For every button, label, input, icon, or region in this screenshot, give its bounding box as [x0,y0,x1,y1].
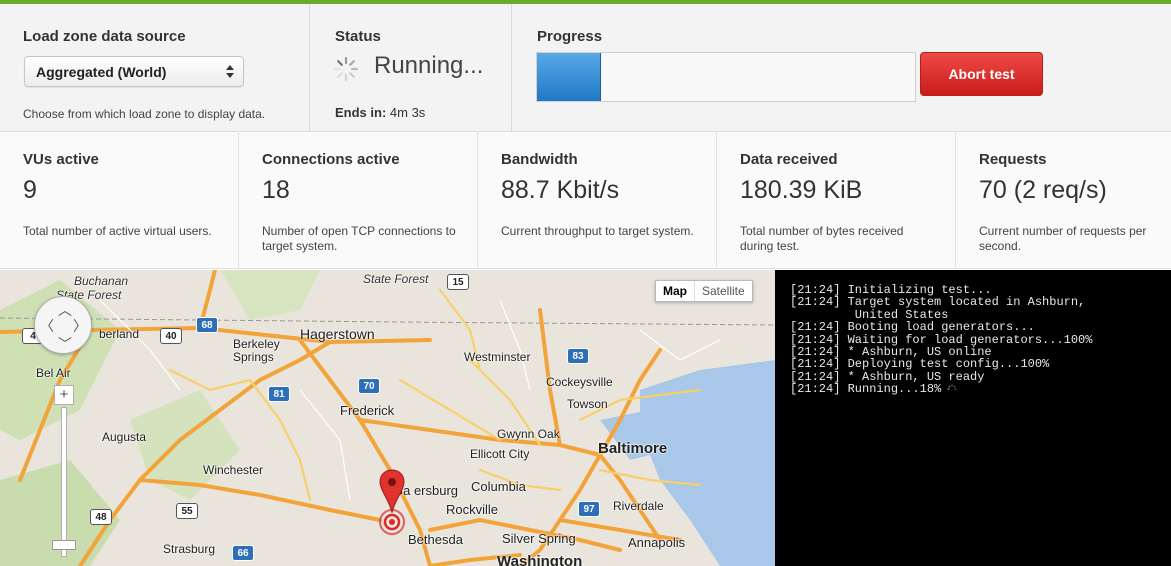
load-zone-title: Load zone data source [23,28,186,45]
stat-label: Bandwidth [501,151,578,168]
map-label-state-forest-2: State Forest [363,272,429,286]
stat-description: Current throughput to target system. [501,224,694,238]
map-label-washington: Washington [497,553,583,566]
stat-vus-active: VUs active 9 Total number of active virt… [0,133,238,269]
progress-bar-fill [537,53,602,101]
stat-description: Total number of active virtual users. [23,224,212,238]
load-zone-select[interactable]: Aggregated (World) [24,56,244,87]
stat-description: Total number of bytes received during te… [740,224,904,253]
map-label-columbia: Columbia [471,479,526,494]
route-shield-83: 83 [567,348,589,364]
controls-bar: Load zone data source Aggregated (World)… [0,4,1171,132]
stat-description: Number of open TCP connections to target… [262,224,456,253]
map-label-cockeysville: Cockeysville [546,375,613,389]
map-label-augusta: Augusta [102,430,147,444]
stat-description: Current number of requests per second. [979,224,1147,253]
location-pin-icon[interactable] [378,468,410,538]
stat-value: 180.39 KiB [740,176,863,204]
stat-data-received: Data received 180.39 KiB Total number of… [716,133,955,269]
console-spinner-icon [947,384,957,390]
pan-down-icon[interactable]: ﹀ [58,334,72,354]
ends-in-value: 4m 3s [386,105,426,120]
map-view[interactable]: Buchanan State Forest State Forest berla… [0,270,775,566]
route-shield-68: 68 [196,317,218,333]
map-label-berkeley: Berkeley [233,337,280,351]
zoom-slider-thumb[interactable] [52,540,76,550]
map-label-springs: Springs [233,350,274,364]
stat-requests: Requests 70 (2 req/s) Current number of … [955,133,1171,269]
zoom-in-button[interactable]: + [54,385,74,405]
stats-row: VUs active 9 Total number of active virt… [0,133,1171,269]
stat-label: Requests [979,151,1047,168]
stat-value: 18 [262,176,290,204]
map-label-riverdale: Riverdale [613,499,664,513]
pan-right-icon[interactable]: 〉 [73,316,87,336]
map-type-satellite-button[interactable]: Satellite [694,281,752,301]
progress-bar [536,52,916,102]
progress-title: Progress [537,28,603,45]
log-line-running: [21:24] Running...18% [790,383,1171,395]
map-label-gwynn-oak: Gwynn Oak [497,427,560,441]
log-line: [21:24] Target system located in Ashburn… [790,295,1086,310]
load-zone-hint: Choose from which load zone to display d… [23,107,266,121]
status-text: Running... [374,52,484,79]
log-line-running-text: [21:24] Running...18% [790,382,942,397]
route-shield-55: 55 [176,503,198,519]
spinner-icon [333,56,359,82]
pan-control[interactable]: ︿ ﹀ 〈 〉 [34,296,92,354]
ends-in: Ends in: 4m 3s [335,105,425,120]
stat-value: 9 [23,176,37,204]
map-label-buchanan: Buchanan [74,274,129,288]
map-label-berland: berland [99,327,140,341]
map-label-bel-air: Bel Air [36,366,71,380]
route-shield-40: 40 [160,328,182,344]
map-label-towson: Towson [567,397,608,411]
map-label-strasburg: Strasburg [163,542,216,556]
abort-test-button[interactable]: Abort test [920,52,1043,96]
select-arrows-icon [226,65,234,79]
progress-section: Progress Abort test [512,4,1171,132]
pan-left-icon[interactable]: 〈 [40,316,54,336]
zoom-slider-track[interactable] [61,407,67,557]
map-label-silver-spring: Silver Spring [502,531,576,546]
map-label-baltimore: Baltimore [598,440,668,457]
ends-in-label: Ends in: [335,105,387,120]
map-label-annapolis: Annapolis [628,535,686,550]
stat-bandwidth: Bandwidth 88.7 Kbit/s Current throughput… [477,133,716,269]
stat-value: 88.7 Kbit/s [501,176,620,204]
map-label-frederick: Frederick [340,403,395,418]
stat-label: VUs active [23,151,99,168]
map-label-rockville: Rockville [446,502,499,517]
status-title: Status [335,28,381,45]
route-shield-70: 70 [358,378,380,394]
stat-connections-active: Connections active 18 Number of open TCP… [238,133,477,269]
map-label-hagerstown: Hagerstown [300,326,375,342]
log-console: [21:24] Initializing test... [21:24] Tar… [775,270,1171,566]
route-shield-15: 15 [447,274,469,290]
map-label-ellicott-city: Ellicott City [470,447,530,461]
log-line: [21:24] Booting load generators... [790,320,1035,335]
route-shield-48: 48 [90,509,112,525]
route-shield-66: 66 [232,545,254,561]
map-label-winchester: Winchester [203,463,264,477]
status-section: Status Running... Ends in: 4m 3s [310,4,512,132]
route-shield-97: 97 [578,501,600,517]
route-shield-81: 81 [268,386,290,402]
map-label-bethesda: Bethesda [408,532,463,547]
map-type-control: Map Satellite [655,280,753,302]
map-type-map-button[interactable]: Map [656,281,694,301]
load-zone-section: Load zone data source Aggregated (World)… [0,4,310,132]
map-label-westminster: Westminster [464,350,531,364]
pan-up-icon[interactable]: ︿ [58,300,72,320]
load-zone-select-value: Aggregated (World) [36,64,167,80]
stat-value: 70 (2 req/s) [979,176,1107,204]
stat-label: Connections active [262,151,400,168]
stat-label: Data received [740,151,838,168]
log-line: [21:24] Deploying test config...100% [790,357,1050,372]
